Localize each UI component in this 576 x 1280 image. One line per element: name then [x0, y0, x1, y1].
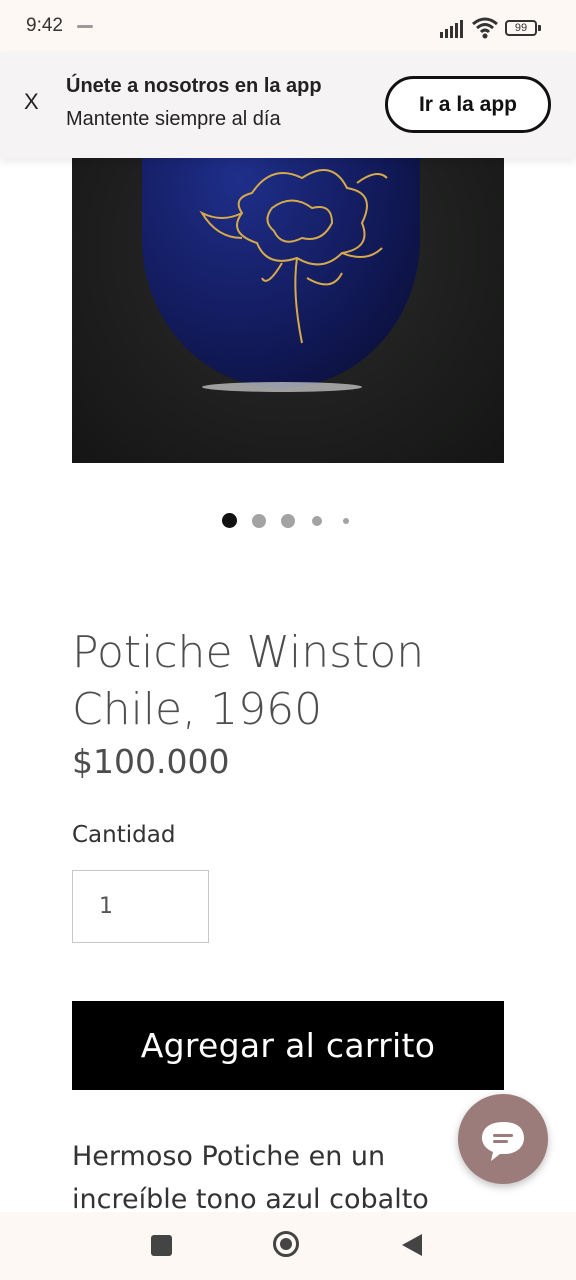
vase-base [202, 382, 362, 392]
quantity-input[interactable] [72, 870, 209, 943]
add-to-cart-button[interactable]: Agregar al carrito [72, 1001, 504, 1090]
carousel-dot-2[interactable] [252, 514, 266, 528]
quantity-label: Cantidad [72, 822, 176, 848]
gold-flower-decoration [199, 169, 388, 344]
product-description: Hermoso Potiche en un increíble tono azu… [72, 1141, 429, 1215]
wifi-icon [472, 17, 498, 39]
battery-icon: 99 [505, 20, 537, 36]
go-to-app-button[interactable]: Ir a la app [385, 76, 551, 133]
carousel-dot-1[interactable] [222, 513, 237, 528]
signal-icon [440, 20, 468, 38]
recents-square-icon[interactable] [151, 1235, 172, 1256]
carousel-dot-5[interactable] [343, 518, 349, 524]
product-image[interactable] [72, 158, 504, 463]
chat-bubble-icon [482, 1122, 524, 1161]
close-banner-button[interactable]: X [24, 89, 39, 115]
carousel-pagination [222, 513, 352, 529]
product-title: Potiche Winston Chile, 1960 [72, 627, 425, 735]
banner-title: Únete a nosotros en la app [66, 75, 322, 97]
back-triangle-icon[interactable] [402, 1234, 422, 1256]
home-circle-icon[interactable] [273, 1231, 299, 1257]
app-promo-banner: X Únete a nosotros en la app Mantente si… [0, 52, 576, 158]
status-time: 9:42 [26, 15, 63, 36]
chat-button[interactable] [458, 1094, 548, 1184]
notification-icon [77, 25, 93, 28]
status-bar: 9:42 99 [0, 0, 576, 52]
product-price: $100.000 [72, 742, 230, 781]
banner-subtitle: Mantente siempre al día [66, 108, 281, 130]
battery-tip [538, 25, 541, 31]
carousel-dot-4[interactable] [312, 516, 322, 526]
carousel-dot-3[interactable] [281, 514, 295, 528]
system-nav-bar [0, 1212, 576, 1280]
